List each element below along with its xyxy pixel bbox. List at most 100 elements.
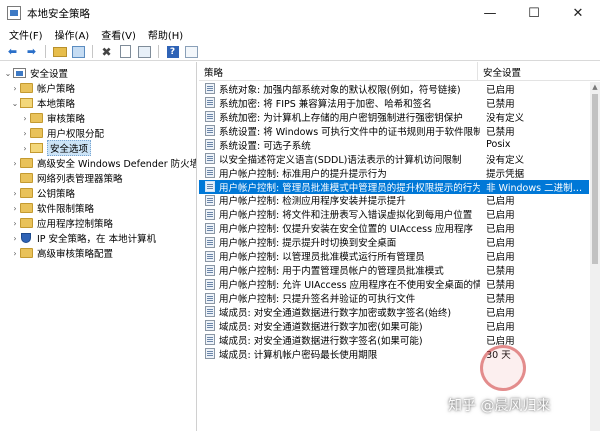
delete-icon: ✖ [101,44,112,59]
policy-setting: 已禁用 [486,294,515,306]
title-bar: 本地安全策略 — ☐ ✕ [0,0,600,26]
policy-row[interactable]: 用户帐户控制: 检测应用程序安装并提示提升 已启用 [199,194,589,208]
policy-row[interactable]: 系统设置: 可选子系统 Posix [199,138,589,152]
chevron-right-icon[interactable]: › [20,144,30,153]
tree-item-label: 安全选项 [47,140,92,156]
tree-item-security-settings[interactable]: ⌄ 安全设置 [3,66,68,80]
policy-setting: Posix [486,139,511,151]
policy-row[interactable]: 用户帐户控制: 管理员批准模式中管理员的提升权限提示的行为非 Windows 二… [199,179,589,194]
menu-view[interactable]: 查看(V) [95,27,142,42]
policy-name: 用户帐户控制: 只提升签名并验证的可执行文件 [219,294,416,306]
up-folder-button[interactable] [51,44,68,60]
policy-icon [205,139,215,151]
policy-name: 以安全描述符定义语言(SDDL)语法表示的计算机访问限制 [219,154,462,166]
tree-item-local-policies[interactable]: ⌄ 本地策略 [10,96,75,110]
tree-item-account-policies[interactable]: › 帐户策略 [10,81,75,95]
tree-item-audit-policy[interactable]: › 审核策略 [20,111,85,125]
policy-row[interactable]: 系统加密: 将 FIPS 兼容算法用于加密、哈希和签名 已禁用 [199,96,589,110]
chevron-right-icon[interactable]: › [10,234,20,243]
chevron-right-icon[interactable]: › [10,159,20,168]
policy-icon [205,125,215,137]
toolbar-separator [92,45,93,58]
policy-name: 用户帐户控制: 将文件和注册表写入错误虚拟化到每用户位置 [219,210,473,222]
chevron-right-icon[interactable]: › [10,219,20,228]
tree-item-label: 应用程序控制策略 [37,219,114,230]
chevron-down-icon[interactable]: ⌄ [3,69,13,78]
policy-name: 域成员: 对安全通道数据进行数字签名(如果可能) [219,335,423,347]
policy-icon [205,97,215,109]
policy-row[interactable]: 系统对象: 加强内部系统对象的默认权限(例如，符号链接) 已启用 [199,82,589,96]
tree-item-application-control[interactable]: › 应用程序控制策略 [10,216,113,230]
policy-name: 域成员: 对安全通道数据进行数字加密(如果可能) [219,321,423,333]
policy-icon [205,250,215,262]
tree-item-ip-security[interactable]: › IP 安全策略，在 本地计算机 [10,231,156,245]
tree-item-defender-firewall[interactable]: › 高级安全 Windows Defender 防火墙 [10,156,196,170]
tree-item-user-rights-assignment[interactable]: › 用户权限分配 [20,126,104,140]
policy-row[interactable]: 用户帐户控制: 只提升签名并验证的可执行文件 已禁用 [199,291,589,305]
policy-row[interactable]: 用户帐户控制: 仅提升安装在安全位置的 UIAccess 应用程序 已启用 [199,221,589,235]
console-tree-icon [72,45,85,58]
policy-icon [205,236,215,248]
menu-help[interactable]: 帮助(H) [142,27,189,42]
column-header-policy[interactable]: 策略 [199,62,478,81]
properties-button[interactable] [117,44,134,60]
policy-row[interactable]: 域成员: 对安全通道数据进行数字加密(如果可能) 已启用 [199,319,589,333]
policy-icon [205,264,215,276]
policy-setting: 已启用 [486,196,515,208]
chevron-right-icon[interactable]: › [20,114,30,123]
back-button[interactable]: ⬅ [4,44,21,60]
tree-item-software-restriction[interactable]: › 软件限制策略 [10,201,94,215]
policy-row[interactable]: 用户帐户控制: 将文件和注册表写入错误虚拟化到每用户位置 已启用 [199,207,589,221]
policy-row[interactable]: 以安全描述符定义语言(SDDL)语法表示的计算机访问限制 没有定义 [199,152,589,166]
policy-row[interactable]: 用户帐户控制: 用于内置管理员帐户的管理员批准模式 已禁用 [199,263,589,277]
policy-row[interactable]: 系统加密: 为计算机上存储的用户密钥强制进行强密钥保护 没有定义 [199,110,589,124]
delete-button[interactable]: ✖ [98,44,115,60]
action-pane-button[interactable] [183,44,200,60]
policy-row[interactable]: 域成员: 对安全通道数据进行数字加密或数字签名(始终) 已启用 [199,305,589,319]
chevron-right-icon[interactable]: › [10,204,20,213]
policy-name: 用户帐户控制: 管理员批准模式中管理员的提升权限提示的行为 [219,182,481,194]
policy-row[interactable]: 用户帐户控制: 标准用户的提升提示行为 提示凭据 [199,166,589,180]
policy-setting: 非 Windows 二进制文件的同意提示 [486,182,589,194]
properties-icon [120,45,131,58]
maximize-button[interactable]: ☐ [512,0,556,26]
show-hide-tree-button[interactable] [70,44,87,60]
chevron-down-icon[interactable]: ⌄ [10,99,20,108]
scroll-up-icon[interactable]: ▲ [590,82,600,92]
tree-item-security-options[interactable]: › 安全选项 [20,140,92,156]
scrollbar-thumb[interactable] [592,94,598,264]
policy-row[interactable]: 用户帐户控制: 以管理员批准模式运行所有管理员 已启用 [199,249,589,263]
minimize-button[interactable]: — [468,0,512,26]
tree-item-advanced-audit[interactable]: › 高级审核策略配置 [10,246,113,260]
policy-icon [205,167,215,179]
menu-file[interactable]: 文件(F) [3,27,49,42]
policy-row[interactable]: 系统设置: 将 Windows 可执行文件中的证书规则用于软件限制策略 已禁用 [199,124,589,138]
console-tree: ⌄ 安全设置 › 帐户策略 ⌄ 本地策略 › 审核策略 › 用户权限分配 › 安… [1,62,197,431]
export-list-button[interactable] [136,44,153,60]
policy-name: 域成员: 计算机帐户密码最长使用期限 [219,349,378,361]
chevron-right-icon[interactable]: › [10,249,20,258]
menu-action[interactable]: 操作(A) [49,27,96,42]
policy-name: 用户帐户控制: 检测应用程序安装并提示提升 [219,196,406,208]
policy-icon [205,278,215,290]
forward-button[interactable]: ➡ [23,44,40,60]
policy-row[interactable]: 用户帐户控制: 提示提升时切换到安全桌面 已启用 [199,235,589,249]
close-button[interactable]: ✕ [556,0,600,26]
action-pane-icon [185,45,198,58]
policy-row[interactable]: 用户帐户控制: 允许 UIAccess 应用程序在不使用安全桌面的情况下提升权限… [199,277,589,291]
tree-item-network-list-manager[interactable]: 网络列表管理器策略 [10,171,123,185]
chevron-right-icon[interactable]: › [20,129,30,138]
policy-setting: 已启用 [486,224,515,236]
policy-setting: 提示凭据 [486,168,525,180]
tree-item-public-key-policies[interactable]: › 公钥策略 [10,186,75,200]
window-title: 本地安全策略 [27,7,90,20]
tree-item-label: 审核策略 [47,114,86,125]
help-button[interactable]: ? [164,44,181,60]
folder-icon [30,113,43,123]
policy-name: 系统设置: 可选子系统 [219,140,311,152]
column-header-security-setting[interactable]: 安全设置 [478,62,590,81]
chevron-right-icon[interactable]: › [10,84,20,93]
watermark: 知乎 @晨风归来 [448,345,600,431]
policy-icon [205,320,215,332]
chevron-right-icon[interactable]: › [10,189,20,198]
